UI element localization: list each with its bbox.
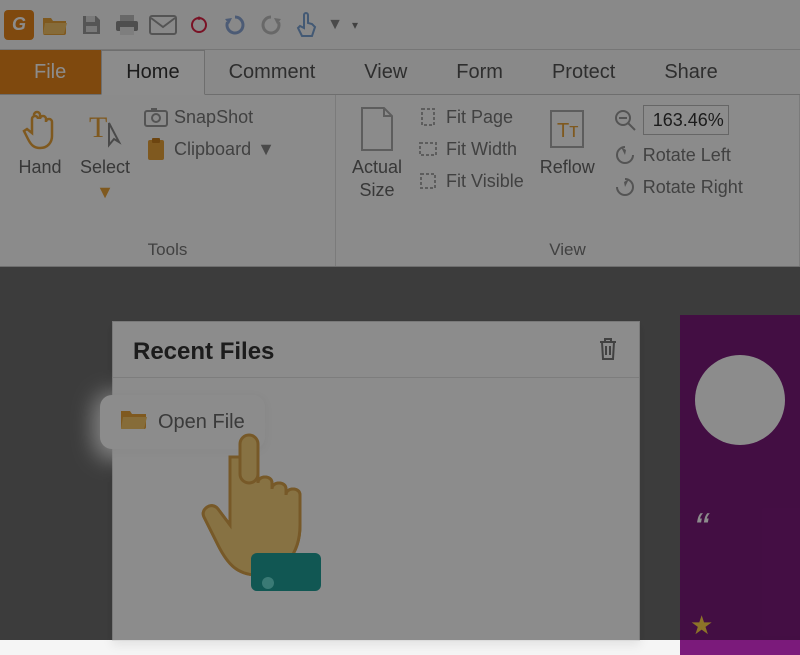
qat-redo-icon[interactable] xyxy=(256,10,286,40)
page-icon xyxy=(358,107,396,151)
fit-page-button[interactable]: Fit Page xyxy=(416,105,524,129)
snapshot-button[interactable]: SnapShot xyxy=(144,105,275,129)
group-label-tools: Tools xyxy=(8,236,327,266)
rotate-left-icon xyxy=(613,143,637,167)
tab-comment[interactable]: Comment xyxy=(205,50,341,94)
open-file-label: Open File xyxy=(158,411,245,434)
reflow-button[interactable]: Tᴛ Reflow xyxy=(532,101,603,184)
fit-visible-button[interactable]: Fit Visible xyxy=(416,169,524,193)
app-logo: G xyxy=(4,10,34,40)
tab-form[interactable]: Form xyxy=(432,50,528,94)
qat-open-icon[interactable] xyxy=(40,10,70,40)
quick-access-toolbar: G ▼ ▾ xyxy=(0,0,800,50)
rotate-right-button[interactable]: Rotate Right xyxy=(613,175,743,199)
clipboard-button[interactable]: Clipboard ▼ xyxy=(144,137,275,161)
promo-quote-mark: “ xyxy=(694,504,708,552)
svg-text:Tᴛ: Tᴛ xyxy=(557,120,578,142)
zoom-control[interactable]: 163.46% xyxy=(613,105,743,135)
fit-page-label: Fit Page xyxy=(446,107,513,128)
rotate-right-label: Rotate Right xyxy=(643,177,743,198)
qat-touch-dropdown-icon[interactable]: ▼ xyxy=(328,10,342,40)
tab-view[interactable]: View xyxy=(340,50,432,94)
fit-width-icon xyxy=(416,137,440,161)
qat-new-icon[interactable] xyxy=(184,10,214,40)
recent-files-panel: Recent Files xyxy=(112,321,640,641)
promo-graphic xyxy=(695,355,785,445)
rotate-right-icon xyxy=(613,175,637,199)
select-tool-button[interactable]: T Select ▼ xyxy=(72,101,138,209)
actual-size-label2: Size xyxy=(360,180,395,201)
snapshot-label: SnapShot xyxy=(174,107,253,128)
hand-tool-label: Hand xyxy=(18,157,61,178)
fit-visible-label: Fit Visible xyxy=(446,171,524,192)
ribbon-tabs: File Home Comment View Form Protect Shar… xyxy=(0,50,800,95)
reflow-label: Reflow xyxy=(540,157,595,178)
zoom-value-field[interactable]: 163.46% xyxy=(643,105,729,135)
svg-text:T: T xyxy=(89,111,107,144)
clipboard-icon xyxy=(144,137,168,161)
select-tool-label: Select xyxy=(80,157,130,178)
tab-home[interactable]: Home xyxy=(101,50,204,95)
qat-print-icon[interactable] xyxy=(112,10,142,40)
folder-open-icon xyxy=(120,407,148,437)
clear-recent-button[interactable] xyxy=(597,336,619,367)
star-icon: ★ xyxy=(690,610,713,641)
zoom-out-icon xyxy=(613,108,637,132)
promo-panel: “ ★ xyxy=(680,315,800,655)
open-file-button[interactable]: Open File xyxy=(100,395,265,449)
fit-visible-icon xyxy=(416,169,440,193)
qat-customize-icon[interactable]: ▾ xyxy=(348,10,362,40)
camera-icon xyxy=(144,105,168,129)
qat-undo-icon[interactable] xyxy=(220,10,250,40)
rotate-left-button[interactable]: Rotate Left xyxy=(613,143,743,167)
hand-tool-button[interactable]: Hand xyxy=(8,101,72,184)
ribbon-group-view: Actual Size Fit Page Fit Width Fit Visib… xyxy=(336,95,800,266)
rotate-left-label: Rotate Left xyxy=(643,145,731,166)
tab-share[interactable]: Share xyxy=(640,50,742,94)
group-label-view: View xyxy=(344,236,791,266)
ribbon-group-tools: Hand T Select ▼ SnapShot xyxy=(0,95,336,266)
actual-size-button[interactable]: Actual Size xyxy=(344,101,410,207)
trash-icon xyxy=(597,336,619,362)
recent-files-title: Recent Files xyxy=(133,338,274,366)
tab-file[interactable]: File xyxy=(0,50,101,94)
qat-save-icon[interactable] xyxy=(76,10,106,40)
start-page: Recent Files Open File “ ★ xyxy=(0,267,800,640)
fit-width-label: Fit Width xyxy=(446,139,517,160)
chevron-down-icon: ▼ xyxy=(96,182,114,203)
select-icon: T xyxy=(85,107,125,151)
qat-touch-mode-icon[interactable] xyxy=(292,10,322,40)
reflow-icon: Tᴛ xyxy=(547,107,587,151)
chevron-down-icon: ▼ xyxy=(257,139,275,160)
qat-mail-icon[interactable] xyxy=(148,10,178,40)
fit-page-icon xyxy=(416,105,440,129)
fit-width-button[interactable]: Fit Width xyxy=(416,137,524,161)
ribbon: Hand T Select ▼ SnapShot xyxy=(0,95,800,267)
clipboard-label: Clipboard xyxy=(174,139,251,160)
actual-size-label1: Actual xyxy=(352,157,402,178)
tab-protect[interactable]: Protect xyxy=(528,50,640,94)
hand-icon xyxy=(20,107,60,151)
